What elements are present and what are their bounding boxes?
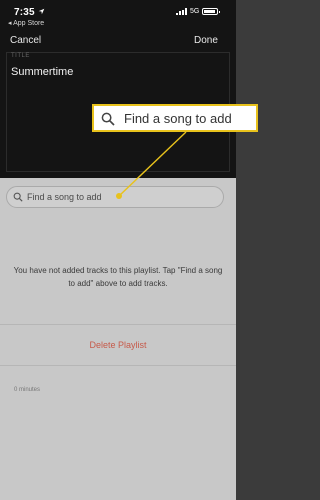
callout-text: Find a song to add xyxy=(124,110,232,126)
find-song-callout: Find a song to add xyxy=(92,104,258,132)
status-indicators: 5G xyxy=(176,8,221,15)
status-time: 7:35 xyxy=(14,7,35,18)
playlist-content: Find a song to add You have not added tr… xyxy=(0,178,236,500)
status-bar: 7:35 ◂ App Store 5G xyxy=(0,0,236,28)
location-arrow-icon xyxy=(38,8,45,15)
search-icon xyxy=(13,192,23,202)
edit-playlist-header: 7:35 ◂ App Store 5G Cancel Done TITLE Su… xyxy=(0,0,236,178)
divider xyxy=(0,365,236,366)
find-song-search-field[interactable]: Find a song to add xyxy=(6,186,224,208)
back-to-app-store-link[interactable]: ◂ App Store xyxy=(8,19,44,27)
playlist-duration: 0 minutes xyxy=(14,387,41,393)
cancel-button[interactable]: Cancel xyxy=(10,35,41,46)
search-icon xyxy=(101,112,115,126)
search-placeholder: Find a song to add xyxy=(27,192,102,202)
background-dim xyxy=(236,0,262,500)
done-button[interactable]: Done xyxy=(194,35,218,46)
title-field-label: TITLE xyxy=(11,53,30,59)
delete-playlist-button[interactable]: Delete Playlist xyxy=(0,325,236,365)
empty-playlist-message: You have not added tracks to this playli… xyxy=(13,266,223,288)
network-type: 5G xyxy=(190,8,200,15)
signal-icon xyxy=(176,8,187,15)
playlist-title-input[interactable]: Summertime xyxy=(11,66,73,78)
battery-icon xyxy=(202,8,221,15)
